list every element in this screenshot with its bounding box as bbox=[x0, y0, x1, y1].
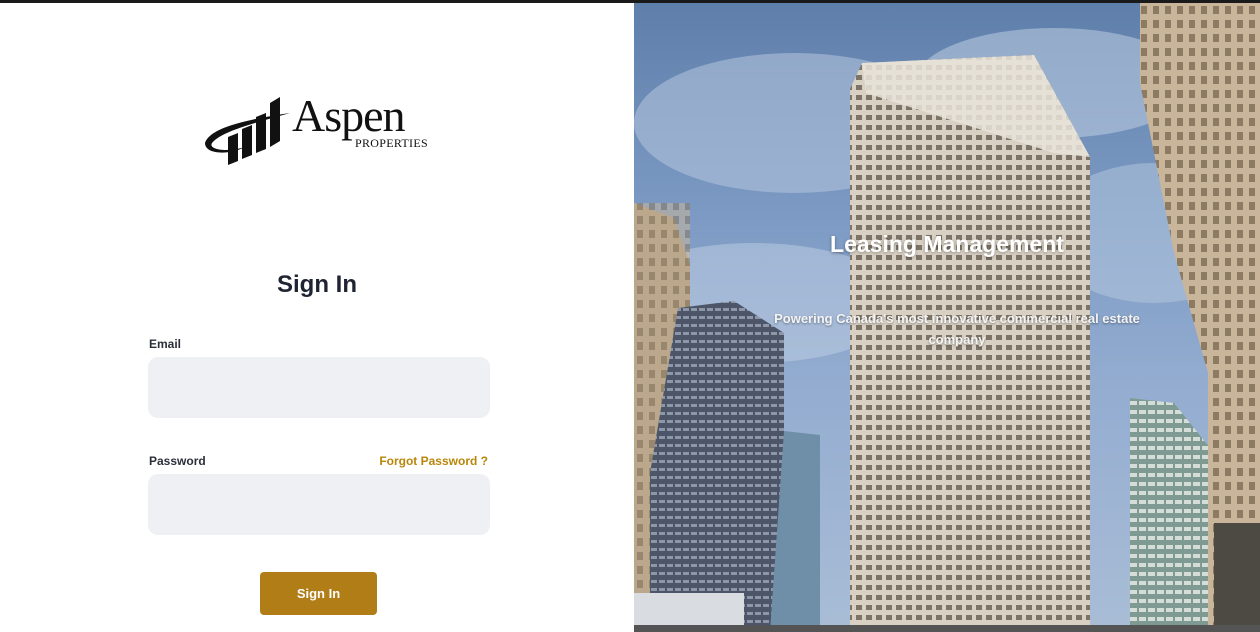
login-panel: Aspen PROPERTIES Sign In Email Password … bbox=[0, 3, 634, 632]
email-field[interactable] bbox=[148, 357, 490, 418]
page-title: Sign In bbox=[277, 271, 357, 298]
logo-mark-icon bbox=[205, 97, 290, 165]
password-label: Password bbox=[149, 454, 206, 468]
hero-subtitle: Powering Canada's most innovative commer… bbox=[774, 311, 1140, 347]
forgot-password-link[interactable]: Forgot Password ? bbox=[379, 454, 488, 468]
aspen-logo: Aspen PROPERTIES bbox=[200, 91, 440, 171]
sign-in-button[interactable]: Sign In bbox=[260, 572, 377, 615]
hero-title: Leasing Management bbox=[830, 231, 1064, 257]
hero-image: Leasing Management Powering Canada's mos… bbox=[634, 3, 1260, 632]
email-label: Email bbox=[149, 337, 182, 351]
password-field[interactable] bbox=[148, 474, 490, 535]
logo-wordmark: Aspen bbox=[292, 90, 406, 141]
logo-tagline: PROPERTIES bbox=[355, 136, 428, 150]
